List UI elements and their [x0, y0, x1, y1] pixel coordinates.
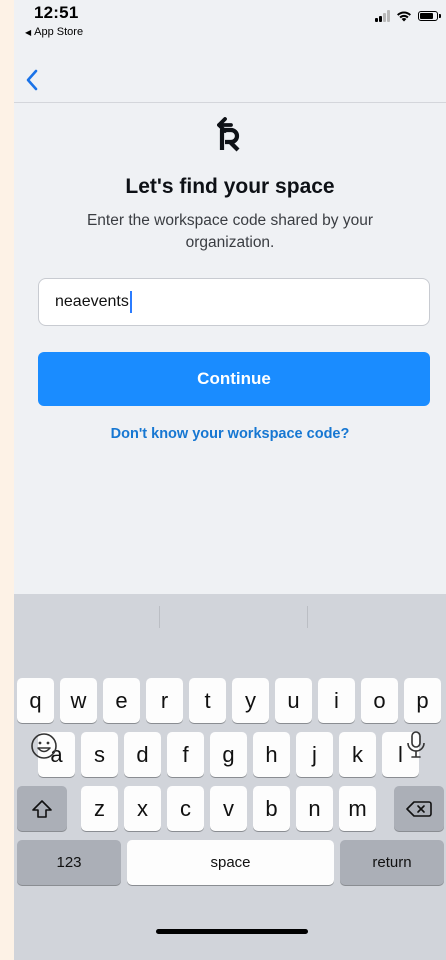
backspace-icon	[406, 800, 432, 817]
nav-divider	[14, 102, 446, 103]
workspace-code-value: neaevents	[55, 293, 129, 310]
phone-screen: 12:51 ◀ App Store Let's find your space …	[14, 0, 446, 960]
key-z[interactable]: z	[81, 786, 118, 831]
suggestion-divider	[307, 606, 308, 628]
shift-key[interactable]	[17, 786, 67, 831]
brand-logo	[14, 116, 446, 152]
page-subtitle: Enter the workspace code shared by your …	[86, 212, 374, 251]
key-d[interactable]: d	[124, 732, 161, 777]
status-time: 12:51	[34, 3, 79, 22]
key-h[interactable]: h	[253, 732, 290, 777]
workspace-code-input[interactable]: neaevents	[38, 278, 430, 326]
cellular-signal-icon	[375, 10, 390, 22]
key-t[interactable]: t	[189, 678, 226, 723]
space-key[interactable]: space	[127, 840, 334, 885]
suggestion-divider	[159, 606, 160, 628]
back-app-label: App Store	[34, 26, 84, 38]
on-screen-keyboard: qwertyuiop asdfghjkl zxcvbnm 123 space r…	[14, 594, 446, 960]
battery-icon	[418, 11, 441, 21]
microphone-icon	[407, 731, 425, 758]
return-key[interactable]: return	[340, 840, 444, 885]
key-v[interactable]: v	[210, 786, 247, 831]
key-p[interactable]: p	[404, 678, 441, 723]
shift-icon	[32, 799, 52, 818]
key-o[interactable]: o	[361, 678, 398, 723]
key-i[interactable]: i	[318, 678, 355, 723]
key-y[interactable]: y	[232, 678, 269, 723]
key-k[interactable]: k	[339, 732, 376, 777]
numbers-key[interactable]: 123	[17, 840, 121, 885]
key-m[interactable]: m	[339, 786, 376, 831]
key-e[interactable]: e	[103, 678, 140, 723]
workspace-code-help-link[interactable]: Don't know your workspace code?	[14, 426, 446, 442]
key-r[interactable]: r	[146, 678, 183, 723]
back-triangle-icon: ◀	[25, 27, 32, 37]
key-s[interactable]: s	[81, 732, 118, 777]
dictation-button[interactable]	[406, 730, 426, 765]
home-indicator	[156, 929, 308, 934]
key-j[interactable]: j	[296, 732, 333, 777]
delete-key[interactable]	[394, 786, 444, 831]
page-title: Let's find your space	[125, 175, 335, 198]
key-q[interactable]: q	[17, 678, 54, 723]
key-g[interactable]: g	[210, 732, 247, 777]
key-f[interactable]: f	[167, 732, 204, 777]
wifi-icon	[397, 11, 411, 22]
back-to-app-store[interactable]: ◀ App Store	[25, 26, 83, 38]
emoji-icon	[31, 733, 57, 759]
key-x[interactable]: x	[124, 786, 161, 831]
continue-button[interactable]: Continue	[38, 352, 430, 406]
key-n[interactable]: n	[296, 786, 333, 831]
status-icons	[375, 10, 441, 22]
key-w[interactable]: w	[60, 678, 97, 723]
nav-back-button[interactable]	[14, 62, 50, 98]
key-c[interactable]: c	[167, 786, 204, 831]
key-u[interactable]: u	[275, 678, 312, 723]
chevron-left-icon	[26, 69, 38, 91]
key-b[interactable]: b	[253, 786, 290, 831]
text-cursor	[129, 291, 132, 313]
r-logo-icon	[217, 117, 240, 152]
emoji-button[interactable]	[30, 732, 58, 765]
